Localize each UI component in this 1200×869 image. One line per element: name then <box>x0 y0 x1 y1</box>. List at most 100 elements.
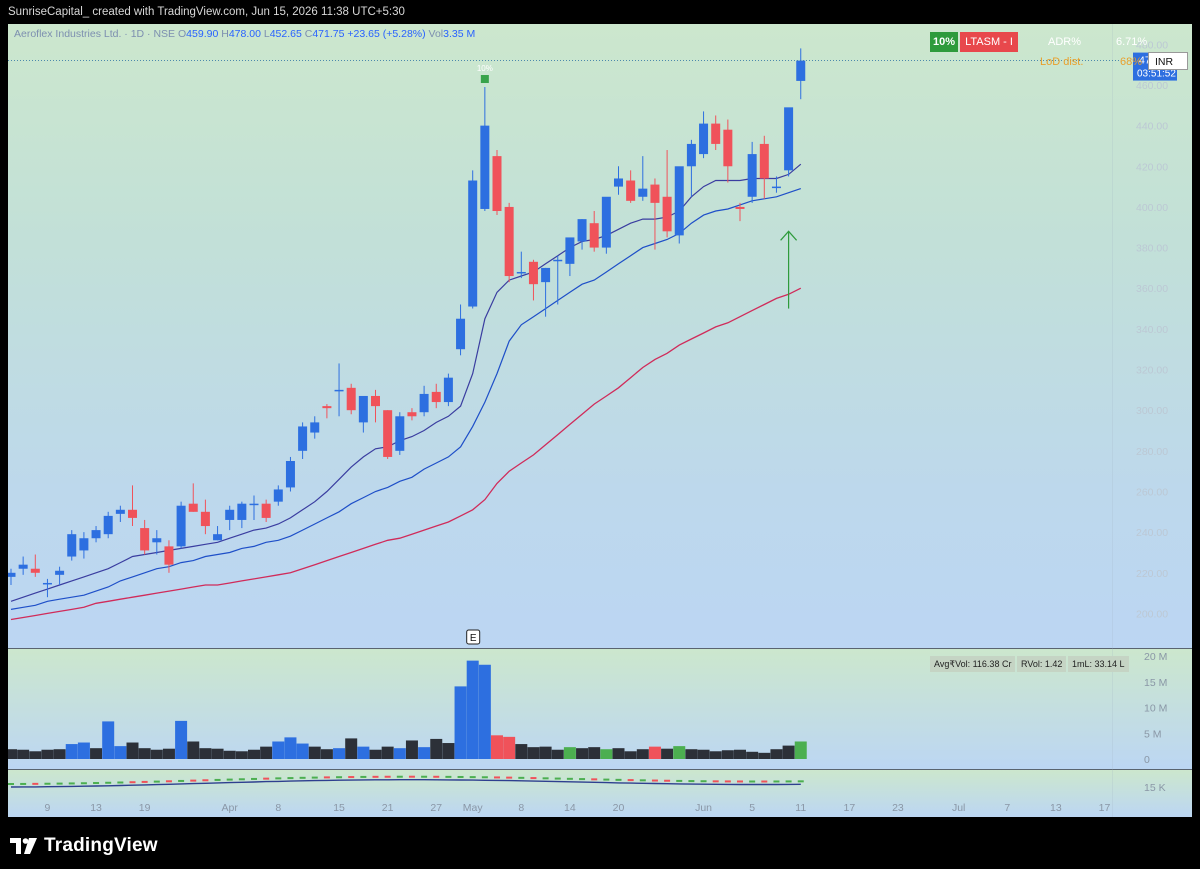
volume-bar <box>721 750 734 759</box>
oscillator-pane-background <box>8 770 1192 817</box>
volume-bar <box>333 748 346 759</box>
oscillator-mark <box>80 782 87 785</box>
candle-body <box>200 511 210 527</box>
oscillator-mark <box>238 778 245 781</box>
oscillator-mark <box>396 775 403 778</box>
ltasm-badge: LTASM - I <box>960 32 1018 52</box>
volume-bar <box>673 746 686 759</box>
volume-bar <box>405 740 418 759</box>
oscillator-mark <box>32 782 39 785</box>
volume-bar <box>648 746 661 759</box>
volume-bar <box>588 747 601 759</box>
oscillator-mark <box>761 780 768 783</box>
candle-body <box>334 389 344 392</box>
symbol-name[interactable]: Aeroflex Industries Ltd. · 1D · NSE <box>14 28 175 40</box>
volume-bar <box>636 749 649 759</box>
volume-bar <box>65 744 78 759</box>
candle-body <box>115 509 125 514</box>
candle-body <box>699 123 709 155</box>
candle-body <box>553 259 563 262</box>
oscillator-mark <box>773 780 780 783</box>
candle-body <box>601 196 611 248</box>
earnings-marker-label: E <box>470 633 477 644</box>
breakout-marker-label: 10% <box>477 64 493 73</box>
oscillator-mark <box>579 778 586 781</box>
candle-body <box>796 60 806 81</box>
candle-body <box>759 143 769 179</box>
volume-bar <box>199 748 212 759</box>
x-axis-tick-label: Apr <box>222 802 239 814</box>
volume-bar <box>8 749 17 759</box>
oscillator-mark <box>287 777 294 780</box>
volume-bar <box>272 741 285 759</box>
oscillator-mark <box>724 780 731 783</box>
candle-body <box>516 271 526 274</box>
oscillator-mark <box>68 782 75 785</box>
candle-body <box>188 503 198 512</box>
x-axis-tick-label: 5 <box>749 802 755 814</box>
candle-body <box>504 206 514 277</box>
candle-body <box>30 568 40 573</box>
candle-body <box>273 489 283 502</box>
volume-bar <box>345 738 358 759</box>
oscillator-mark <box>591 778 598 781</box>
oscillator-mark <box>360 775 367 778</box>
volume-label: Vol <box>428 28 444 40</box>
candle-body <box>419 393 429 413</box>
oscillator-mark <box>737 780 743 783</box>
volume-bar <box>454 686 467 759</box>
candle-body <box>650 184 660 203</box>
tradingview-logo[interactable]: TradingView <box>10 835 158 857</box>
volume-bar <box>260 746 273 759</box>
candle-body <box>431 391 441 403</box>
x-axis-tick-label: 27 <box>430 802 442 814</box>
candle-body <box>456 318 466 350</box>
oscillator-mark <box>445 775 452 778</box>
volume-bar <box>515 744 528 759</box>
candle-body <box>468 180 478 307</box>
chart-canvas[interactable]: 471.7503:51:52 20 M15 M10 M5 M0 15 K 200… <box>8 24 1192 817</box>
volume-bar <box>478 664 491 759</box>
ohlc-open: 459.90 <box>186 28 219 40</box>
candle-body <box>140 528 150 551</box>
volume-bar <box>393 748 406 759</box>
oscillator-mark <box>275 777 282 780</box>
candle-body <box>91 530 101 539</box>
rvol-chip: RVol: 1.42 <box>1017 656 1067 672</box>
oscillator-mark <box>481 776 488 779</box>
candle-body <box>723 129 733 167</box>
indicator-table: 10% LTASM - I ADR% 6.71% LoD dist. 68% <box>930 32 1180 76</box>
ml-chip: 1mL: 33.14 L <box>1068 656 1129 672</box>
candle-body <box>261 503 271 518</box>
candle-body <box>67 534 77 557</box>
candle-body <box>492 156 502 211</box>
symbol-legend[interactable]: Aeroflex Industries Ltd. · 1D · NSE O459… <box>14 28 475 40</box>
chart-frame[interactable]: 471.7503:51:52 20 M15 M10 M5 M0 15 K 200… <box>8 24 1192 817</box>
volume-bar <box>551 749 564 759</box>
oscillator-mark <box>8 783 14 785</box>
oscillator-mark <box>700 780 707 783</box>
oscillator-mark <box>384 775 391 778</box>
volume-bar <box>381 746 394 759</box>
candle-body <box>480 125 490 209</box>
volume-bar <box>29 751 42 759</box>
oscillator-mark <box>226 778 233 781</box>
candle-body <box>686 143 696 167</box>
candle-body <box>176 505 186 547</box>
candle-body <box>735 206 745 209</box>
currency-selector[interactable]: INR <box>1148 52 1188 70</box>
oscillator-mark <box>408 775 415 778</box>
y-axis-tick-label: 440.00 <box>1136 121 1168 133</box>
tradingview-logo-icon <box>10 838 37 854</box>
oscillator-mark <box>494 776 500 779</box>
candle-body <box>541 267 551 283</box>
oscillator-mark <box>530 777 537 780</box>
volume-bar <box>126 742 139 759</box>
x-axis-tick-label: 20 <box>613 802 625 814</box>
lod-label: LoD dist. <box>1040 56 1084 68</box>
oscillator-mark <box>44 782 51 785</box>
volume-value: 3.35 M <box>443 28 476 40</box>
volume-bar <box>697 749 710 759</box>
volume-bar <box>624 751 637 759</box>
candle-body <box>164 546 174 565</box>
